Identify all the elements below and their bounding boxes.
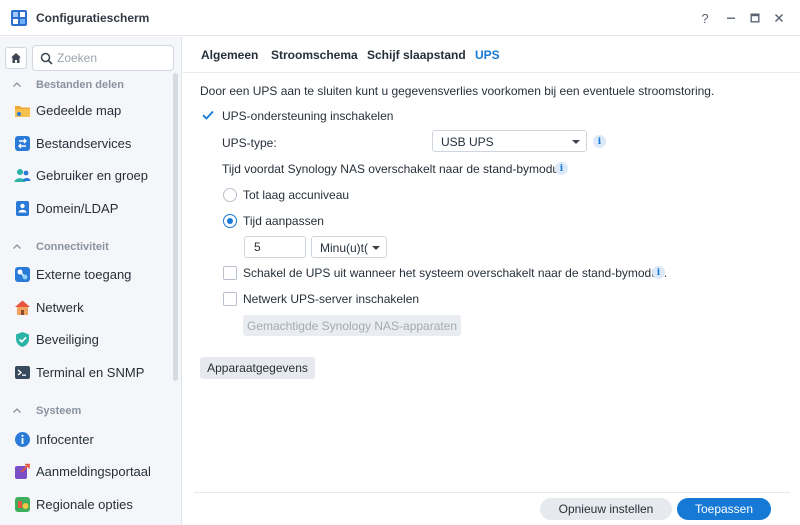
sidebar-item-external-access[interactable]: Externe toegang [0,259,172,291]
chevron-down-icon [572,140,580,144]
chevron-up-icon [13,408,21,413]
network-icon [15,300,30,315]
section-label: Bestanden delen [36,79,125,91]
tab-algemeen[interactable]: Algemeen [201,48,258,62]
ups-settings-panel: Door een UPS aan te sluiten kunt u gegev… [183,73,800,493]
section-bestanden-delen[interactable]: Bestanden delen [0,75,172,95]
sidebar: Bestanden delen Gedeelde map Bestandserv… [0,37,182,525]
sidebar-item-label: Beveiliging [36,332,99,347]
radio-low-battery-label[interactable]: Tot laag accuniveau [243,188,349,202]
apply-button[interactable]: Toepassen [677,498,771,520]
sidebar-item-label: Terminal en SNMP [36,365,145,380]
footer-divider [194,492,790,493]
close-icon[interactable] [769,8,789,28]
ups-enable-label[interactable]: UPS-ondersteuning inschakelen [222,109,393,123]
tab-stroomschema[interactable]: Stroomschema [271,48,358,62]
shutdown-ups-checkbox[interactable] [223,266,237,280]
search-input[interactable] [57,50,169,66]
regional-options-icon [15,497,30,512]
tab-ups[interactable]: UPS [475,48,500,62]
user-group-icon [14,169,31,182]
window-title: Configuratiescherm [36,11,150,25]
device-info-button[interactable]: Apparaatgegevens [200,357,315,379]
info-icon[interactable]: i [555,162,568,175]
sidebar-item-regional-options[interactable]: Regionale opties [0,489,172,521]
search-box [32,45,174,71]
time-value-input[interactable] [244,236,306,258]
help-icon[interactable]: ? [695,8,715,28]
sidebar-item-label: Gedeelde map [36,103,122,118]
tab-schijf-slaapstand[interactable]: Schijf slaapstand [367,48,466,62]
chevron-down-icon [372,246,380,250]
sidebar-item-user-group[interactable]: Gebruiker en groep [0,160,172,192]
tab-bar: Algemeen Stroomschema Schijf slaapstand … [183,37,800,73]
sidebar-item-label: Bestandservices [36,136,132,151]
ups-type-value: USB UPS [441,135,494,149]
sidebar-item-label: Netwerk [36,300,84,315]
sidebar-item-label: Gebruiker en groep [36,168,149,183]
time-unit-value: Minu(u)t( [320,241,369,255]
shared-folder-icon [15,106,30,117]
sidebar-item-domain-ldap[interactable]: Domein/LDAP [0,193,172,225]
network-ups-server-checkbox[interactable] [223,292,237,306]
info-center-icon [15,432,30,447]
sidebar-item-terminal-snmp[interactable]: Terminal en SNMP [0,357,172,389]
title-bar: Configuratiescherm ? [0,0,800,36]
sidebar-item-security[interactable]: Beveiliging [0,324,172,356]
sidebar-item-label: Externe toegang [36,267,132,282]
ups-enable-checkbox[interactable] [201,108,215,122]
section-label: Systeem [36,405,82,417]
home-icon [11,53,21,63]
search-icon [40,52,53,65]
section-connectiviteit[interactable]: Connectiviteit [0,237,172,257]
file-services-icon [15,136,30,151]
sidebar-item-file-services[interactable]: Bestandservices [0,128,172,160]
info-icon[interactable]: i [652,266,665,279]
radio-custom-time-label[interactable]: Tijd aanpassen [243,214,324,228]
permitted-devices-button[interactable]: Gemachtigde Synology NAS-apparaten [243,315,461,336]
radio-custom-time[interactable] [223,214,237,228]
sidebar-item-login-portal[interactable]: Aanmeldingsportaal [0,456,172,488]
sidebar-item-label: Infocenter [36,432,94,447]
standby-time-label: Tijd voordat Synology NAS overschakelt n… [222,162,566,176]
sidebar-item-shared-folder[interactable]: Gedeelde map [0,95,172,127]
control-panel-app-icon [11,10,27,26]
sidebar-item-label: Aanmeldingsportaal [36,464,151,479]
shutdown-ups-label[interactable]: Schakel de UPS uit wanneer het systeem o… [243,266,667,280]
maximize-icon[interactable] [745,8,765,28]
network-ups-server-label[interactable]: Netwerk UPS-server inschakelen [243,292,419,306]
domain-ldap-icon [16,201,29,216]
chevron-up-icon [13,244,21,249]
section-label: Connectiviteit [36,241,109,253]
security-shield-icon [16,332,29,347]
home-button[interactable] [5,47,27,69]
ups-type-select[interactable]: USB UPS [432,130,587,152]
external-access-icon [15,267,30,282]
ups-description: Door een UPS aan te sluiten kunt u gegev… [200,84,715,98]
sidebar-item-network[interactable]: Netwerk [0,292,172,324]
login-portal-icon [15,463,30,479]
sidebar-item-info-center[interactable]: Infocenter [0,424,172,456]
sidebar-item-label: Regionale opties [36,497,133,512]
radio-low-battery[interactable] [223,188,237,202]
info-icon[interactable]: i [593,135,606,148]
reset-button[interactable]: Opnieuw instellen [540,498,672,520]
chevron-up-icon [13,82,21,87]
sidebar-scrollbar[interactable] [173,73,178,381]
minimize-icon[interactable] [721,8,741,28]
time-unit-select[interactable]: Minu(u)t( [311,236,387,258]
sidebar-item-label: Domein/LDAP [36,201,119,216]
terminal-icon [15,366,30,379]
section-systeem[interactable]: Systeem [0,401,172,421]
ups-type-label: UPS-type: [222,136,277,150]
